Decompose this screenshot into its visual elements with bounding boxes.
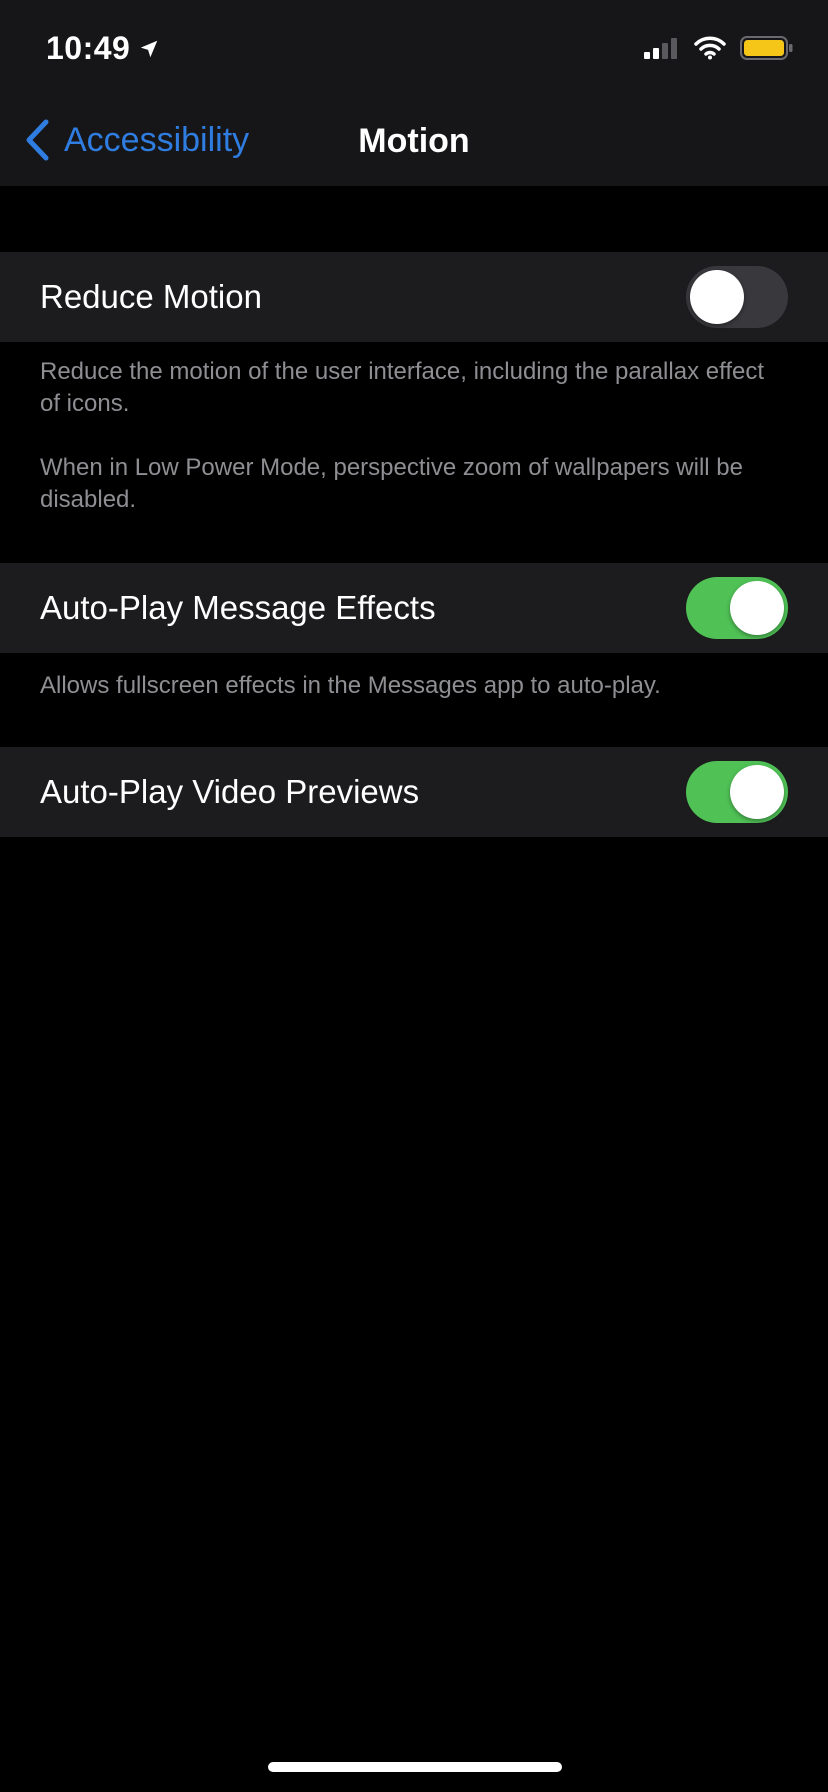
wifi-icon	[694, 36, 726, 60]
video-previews-toggle[interactable]	[686, 761, 788, 823]
signal-icon	[644, 38, 677, 59]
home-indicator[interactable]	[268, 1762, 562, 1772]
back-button-label: Accessibility	[64, 120, 250, 159]
toggle-knob	[690, 270, 744, 324]
message-effects-footer: Allows fullscreen effects in the Message…	[40, 672, 661, 699]
status-time: 10:49	[46, 30, 160, 67]
toggle-knob	[730, 765, 784, 819]
time-label: 10:49	[46, 30, 131, 66]
toggle-knob	[730, 581, 784, 635]
status-indicators	[644, 36, 794, 60]
reduce-motion-footer: Reduce the motion of the user interface,…	[40, 358, 764, 417]
status-bar: 10:49	[0, 0, 828, 100]
chevron-left-icon	[26, 119, 49, 161]
message-effects-row: Auto-Play Message Effects	[0, 563, 828, 653]
reduce-motion-row: Reduce Motion	[0, 252, 828, 342]
video-previews-row: Auto-Play Video Previews	[0, 747, 828, 837]
navigation-bar: Motion Accessibility	[0, 100, 828, 186]
back-button[interactable]: Accessibility	[24, 118, 249, 162]
reduce-motion-toggle[interactable]	[686, 266, 788, 328]
location-arrow-icon	[141, 40, 158, 57]
message-effects-toggle[interactable]	[686, 577, 788, 639]
low-power-footer: When in Low Power Mode, perspective zoom…	[40, 454, 743, 513]
battery-icon	[740, 36, 793, 60]
